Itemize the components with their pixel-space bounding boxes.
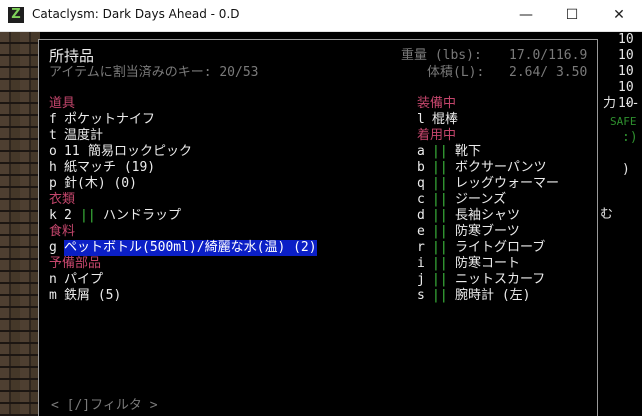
worn-marker: || [432,256,448,271]
inventory-item[interactable]: ライトグローブ [455,240,545,256]
sidebar-line: 10 [618,80,634,95]
app-icon: Z [8,7,24,23]
item-hotkey[interactable]: c [417,192,425,208]
worn-marker: || [432,208,448,223]
item-hotkey[interactable]: n [49,272,57,288]
worn-marker: || [432,144,448,159]
worn-marker: || [432,288,448,303]
item-hotkey[interactable]: d [417,208,425,224]
item-hotkey[interactable]: e [417,224,425,240]
weight-value: 17.0/116.9 [509,48,588,63]
item-hotkey[interactable]: r [417,240,425,256]
inventory-item[interactable]: 靴下 [455,144,481,160]
inventory-item[interactable]: 棍棒 [432,112,458,128]
weight-label: 重量 (lbs): [401,48,482,63]
inventory-item[interactable]: パイプ [64,272,103,288]
minimize-button[interactable]: — [503,0,549,31]
item-hotkey[interactable]: i [417,256,425,272]
inventory-item[interactable]: 鉄屑 (5) [64,288,121,304]
item-hotkey[interactable]: k [49,208,57,224]
volume-label: 体積(L): [427,65,485,80]
worn-marker: || [432,224,448,239]
inventory-item[interactable]: 針(木) (0) [64,176,137,192]
inventory-item[interactable]: 防寒コート [455,256,520,272]
game-area: 所持品 アイテムに割当済みのキー: 20/53 重量 (lbs): 17.0/1… [0,32,642,416]
worn-marker: || [80,208,96,223]
inventory-item[interactable]: ハンドラップ [103,208,181,224]
title-bar: Z Cataclysm: Dark Days Ahead - 0.D — ☐ ✕ [0,0,642,32]
item-hotkey[interactable]: g [49,240,57,256]
worn-marker: || [432,272,448,287]
filter-hint[interactable]: < [/]フィルタ > [49,398,160,414]
sidebar-line: 10 [618,64,634,79]
item-count: 2 [64,208,72,223]
inventory-item[interactable]: ボクサーパンツ [455,160,547,176]
sidebar: 10 10 10 10 10 力 -- SAFE :) ) む [600,32,642,416]
sidebar-line: 10 [618,48,634,63]
category-header: 着用中 [417,128,457,143]
worn-marker: || [432,176,448,191]
inventory-item[interactable]: 防寒ブーツ [455,224,520,240]
safe-mode-indicator: SAFE [610,115,637,128]
window-title: Cataclysm: Dark Days Ahead - 0.D [32,7,240,21]
item-hotkey[interactable]: o [49,144,57,160]
worn-marker: || [432,160,448,175]
inventory-item[interactable]: 簡易ロックピック [88,144,192,160]
inventory-item[interactable]: 長袖シャツ [455,208,520,224]
hotkey-assignment-count: アイテムに割当済みのキー: 20/53 [49,65,259,80]
inventory-window: 所持品 アイテムに割当済みのキー: 20/53 重量 (lbs): 17.0/1… [38,39,598,416]
item-hotkey[interactable]: a [417,144,425,160]
category-header: 衣類 [49,192,76,207]
category-header: 道具 [49,96,76,111]
item-count: 11 [64,144,80,159]
maximize-button[interactable]: ☐ [549,0,595,31]
inventory-item[interactable]: ポケットナイフ [64,112,155,128]
category-header: 装備中 [417,96,457,111]
inventory-item[interactable]: ニットスカーフ [455,272,545,288]
brick-wall-tiles [0,32,40,416]
item-hotkey[interactable]: f [49,112,57,128]
sidebar-line: 10 [618,32,634,47]
volume-value: 2.64/ 3.50 [509,65,588,80]
sidebar-line: 力 -- [603,96,640,111]
item-hotkey[interactable]: j [417,272,425,288]
category-header: 食料 [49,224,76,239]
inventory-item[interactable]: レッグウォーマー [455,176,559,192]
item-hotkey[interactable]: t [49,128,57,144]
item-hotkey[interactable]: s [417,288,425,304]
worn-marker: || [432,240,448,255]
morale-face: :) [622,130,638,145]
inventory-item[interactable]: 温度計 [64,128,103,144]
inventory-item[interactable]: ジーンズ [455,192,506,208]
worn-marker: || [432,192,448,207]
item-hotkey[interactable]: b [417,160,425,176]
inventory-item-selected[interactable]: ペットボトル(500ml)/綺麗な水(温) (2) [64,240,317,256]
inventory-item[interactable]: 腕時計 (左) [455,288,530,304]
item-hotkey[interactable]: h [49,160,57,176]
sidebar-line: ) [622,162,630,177]
item-hotkey[interactable]: l [417,112,425,128]
item-hotkey[interactable]: p [49,176,57,192]
sidebar-line: む [600,207,614,222]
item-hotkey[interactable]: q [417,176,425,192]
inventory-title: 所持品 [49,47,95,65]
item-hotkey[interactable]: m [49,288,57,304]
close-button[interactable]: ✕ [596,0,642,31]
inventory-item[interactable]: 紙マッチ (19) [64,160,155,176]
category-header: 予備部品 [49,256,102,271]
